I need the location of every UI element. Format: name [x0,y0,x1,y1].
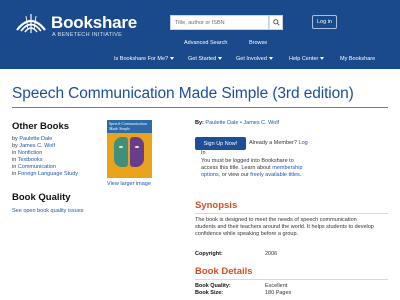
cover-title: Speech Communication Made Simple [109,121,147,131]
synopsis-line: confidence while speaking before a group… [195,231,299,237]
book-size-label: Book Size: [195,290,224,296]
open-book-logo-icon [16,14,46,33]
options-link[interactable]: options [201,172,219,178]
search-icon [272,19,280,26]
access-note-line: You must be logged into Bookshare to [201,158,294,164]
other-book-line: by James C. Wolf [12,143,55,149]
access-note-line: options, or view our freely available ti… [201,172,301,178]
cover-eye [135,146,139,148]
advanced-search-link[interactable]: Advanced Search [184,40,227,46]
category-link-communication[interactable]: Communication [18,164,56,170]
line-prefix: by [12,143,18,149]
access-note-text: access this title. Learn about [201,165,271,171]
book-details-heading: Book Details [195,266,253,277]
logo-tagline: A BENETECH INITIATIVE [52,32,123,38]
nav-label: Get Involved [236,56,267,62]
sign-up-button[interactable]: Sign Up Now! [195,137,246,150]
line-prefix: in [12,171,17,177]
author-link-paulette-dale[interactable]: Paulette Dale [19,136,52,142]
search-button[interactable] [269,15,283,30]
book-quality-label: Book Quality: [195,283,231,289]
logo-name: Bookshare [51,13,138,32]
synopsis-line: The book is designed to meet the needs o… [195,217,357,223]
nav-is-bookshare-for-me[interactable]: Is Bookshare For Me? [114,56,175,62]
nav-help-center[interactable]: Help Center [289,56,325,62]
copyright-value: 2006 [265,251,278,257]
view-larger-image-link[interactable]: View larger image [107,181,151,187]
synopsis-heading: Synopsis [195,200,238,211]
login-link-continued[interactable]: In [201,150,206,156]
nav-label: My Bookshare [340,56,376,62]
section-divider [195,213,388,214]
search-input[interactable] [170,15,269,30]
nav-label: Get Started [188,56,217,62]
cover-eye [119,146,123,148]
line-prefix: in [12,157,17,163]
copyright-label: Copyright: [195,251,223,257]
other-book-line: in Nonfiction [12,150,42,156]
free-titles-link[interactable]: freely available titles [250,172,300,178]
other-book-line: by Paulette Dale [12,136,52,142]
chevron-down-icon [320,57,325,61]
page-title: Speech Communication Made Simple (3rd ed… [12,85,354,102]
book-cover-image[interactable]: Speech Communication Made Simple [107,120,152,178]
title-divider [12,107,388,108]
nav-get-involved[interactable]: Get Involved [236,56,273,62]
book-authors: By: Paulette Dale • James C. Wolf [195,120,279,126]
category-link-textbooks[interactable]: Textbooks [18,157,43,163]
cover-face-right [130,137,144,167]
access-note-line: access this title. Learn about membershi… [201,165,303,171]
book-size-value: 180 Pages [265,290,292,296]
site-header: Bookshare A BENETECH INITIATIVE Log in A… [0,0,400,69]
login-button[interactable]: Log in [312,15,337,29]
book-quality-heading: Book Quality [12,192,71,203]
nav-label: Is Bookshare For Me? [114,56,169,62]
book-quality-issues-link[interactable]: See open book quality issues [12,208,84,214]
nav-label: Help Center [289,56,319,62]
category-link-nonfiction[interactable]: Nonfiction [18,150,42,156]
nav-get-started[interactable]: Get Started [188,56,223,62]
line-prefix: by [12,136,18,142]
other-books-heading: Other Books [12,121,70,132]
category-link-foreign-language-study[interactable]: Foreign Language Study [18,171,78,177]
authors-link[interactable]: Paulette Dale • James C. Wolf [205,120,279,126]
already-member-line: Already a Member? Log [249,140,308,146]
chevron-down-icon [170,57,175,61]
other-book-line: in Foreign Language Study [12,171,78,177]
other-book-line: in Communication [12,164,56,170]
book-quality-value: Excellent [265,283,288,289]
section-divider [195,279,388,280]
other-book-line: in Textbooks [12,157,42,163]
by-label: By: [195,120,204,126]
login-link[interactable]: Log [299,140,308,146]
access-note-text: , or view our [218,172,249,178]
synopsis-line: students and their teachers around the w… [195,224,374,230]
already-member-text: Already a Member? [249,140,297,146]
line-prefix: in [12,150,17,156]
nav-my-bookshare[interactable]: My Bookshare [340,56,375,62]
access-note-text: . [299,172,302,178]
browse-link[interactable]: Browse [249,40,267,46]
line-prefix: in [12,164,17,170]
cover-face-left [114,137,128,167]
chevron-down-icon [218,57,223,61]
membership-link[interactable]: membership [272,165,302,171]
author-link-james-wolf[interactable]: James C. Wolf [19,143,55,149]
chevron-down-icon [268,57,273,61]
